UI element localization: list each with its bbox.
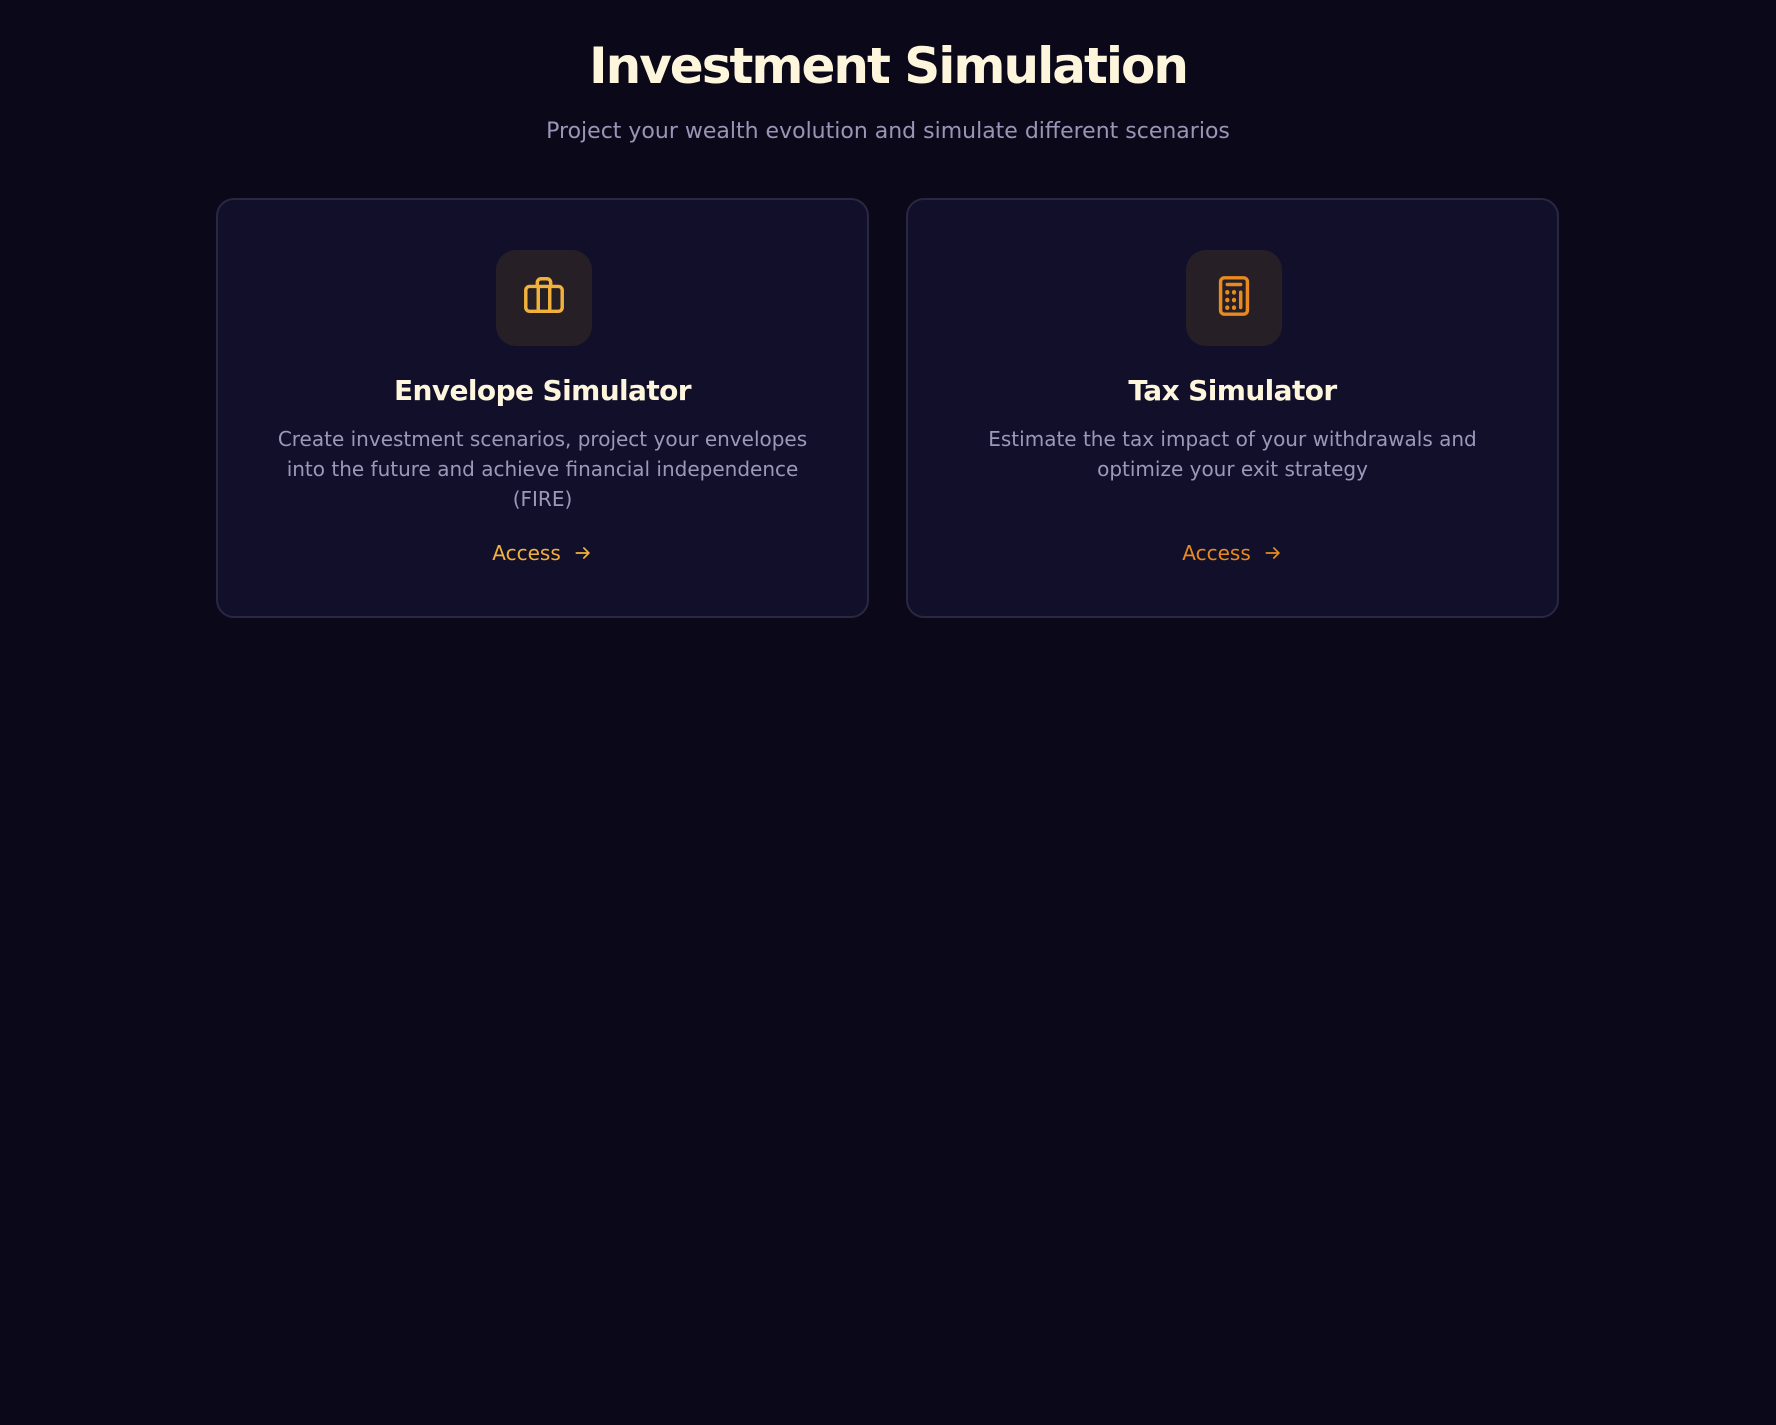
card-title: Tax Simulator [1128, 374, 1337, 407]
page-title: Investment Simulation [589, 37, 1189, 95]
access-label: Access [1182, 541, 1251, 565]
tax-simulator-card[interactable]: Tax Simulator Estimate the tax impact of… [906, 198, 1559, 618]
briefcase-icon [521, 273, 567, 323]
envelope-simulator-card[interactable]: Envelope Simulator Create investment sce… [216, 198, 869, 618]
simulation-page: Investment Simulation Project your wealt… [0, 0, 1776, 1425]
card-title: Envelope Simulator [394, 374, 692, 407]
access-label: Access [492, 541, 561, 565]
arrow-right-icon [1263, 543, 1283, 563]
envelope-access-link[interactable]: Access [218, 538, 867, 568]
page-subtitle: Project your wealth evolution and simula… [546, 119, 1230, 144]
briefcase-icon-tile [496, 250, 592, 346]
tax-access-link[interactable]: Access [908, 538, 1557, 568]
calculator-icon [1211, 273, 1257, 323]
calculator-icon-tile [1186, 250, 1282, 346]
arrow-right-icon [573, 543, 593, 563]
card-description: Create investment scenarios, project you… [277, 427, 808, 511]
card-description: Estimate the tax impact of your withdraw… [988, 427, 1477, 481]
